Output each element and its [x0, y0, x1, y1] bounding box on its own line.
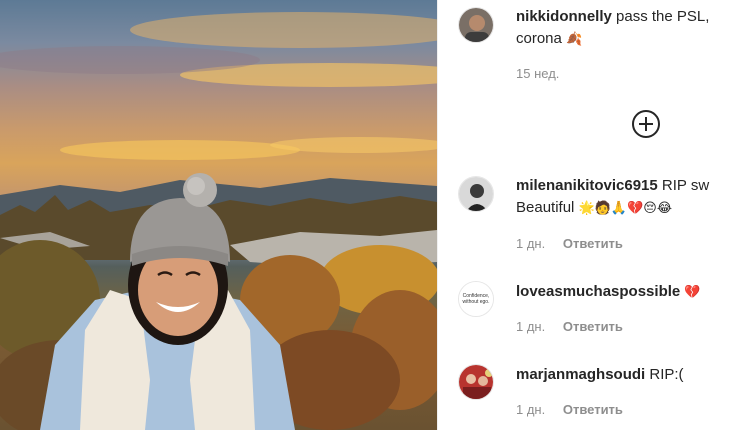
commenter-avatar[interactable]: Confidence, without ego.	[458, 281, 494, 317]
reply-button[interactable]: Ответить	[563, 236, 623, 251]
commenter-avatar[interactable]	[458, 364, 494, 400]
load-more-comments-button[interactable]	[632, 110, 660, 138]
post-photo[interactable]	[0, 0, 437, 430]
user-avatar-photo-icon	[459, 177, 493, 211]
comment-body-line2: corona	[516, 30, 562, 47]
reply-button[interactable]: Ответить	[563, 402, 623, 417]
comment-text: loveasmuchaspossible 💔	[516, 281, 730, 304]
leaf-emoji: 🍂	[566, 32, 583, 47]
user-avatar-photo-icon	[459, 365, 493, 399]
comment-username[interactable]: nikkidonnelly	[516, 8, 612, 25]
emoji-sequence: 🌟🧑🙏💔😔😂	[578, 201, 673, 216]
comment-time[interactable]: 1 дн.	[516, 402, 545, 417]
comment-text: milenanikitovic6915 RIP sw Beautiful 🌟🧑🙏…	[516, 175, 730, 220]
reply-button[interactable]: Ответить	[563, 319, 623, 334]
comment-time[interactable]: 15 нед.	[516, 66, 559, 81]
comment-meta: 1 дн. Ответить	[516, 402, 623, 417]
broken-heart-emoji: 💔	[684, 285, 701, 300]
commenter-avatar[interactable]	[458, 7, 494, 43]
comment-username[interactable]: loveasmuchaspossible	[516, 283, 680, 300]
text-logo-avatar-icon: Confidence, without ego.	[459, 282, 493, 316]
comments-pane: nikkidonnelly pass the PSL, corona 🍂 15 …	[438, 0, 730, 430]
comment-username[interactable]: milenanikitovic6915	[516, 177, 658, 194]
comment-text: nikkidonnelly pass the PSL, corona 🍂	[516, 6, 730, 51]
commenter-avatar[interactable]	[458, 176, 494, 212]
comment-text: marjanmaghsoudi RIP:(	[516, 364, 730, 386]
comment-meta: 15 нед.	[516, 66, 559, 81]
comment-body: RIP:(	[649, 366, 684, 383]
photo-illustration	[0, 12, 437, 430]
comment-time[interactable]: 1 дн.	[516, 319, 545, 334]
comment-username[interactable]: marjanmaghsoudi	[516, 366, 645, 383]
comment-body: RIP sw	[661, 177, 710, 194]
comment-time[interactable]: 1 дн.	[516, 236, 545, 251]
comment-meta: 1 дн. Ответить	[516, 236, 623, 251]
comment-body-line2: Beautiful	[516, 199, 575, 216]
comment-meta: 1 дн. Ответить	[516, 319, 623, 334]
comment-body: pass the PSL,	[616, 8, 710, 25]
user-avatar-photo-icon	[459, 8, 493, 42]
